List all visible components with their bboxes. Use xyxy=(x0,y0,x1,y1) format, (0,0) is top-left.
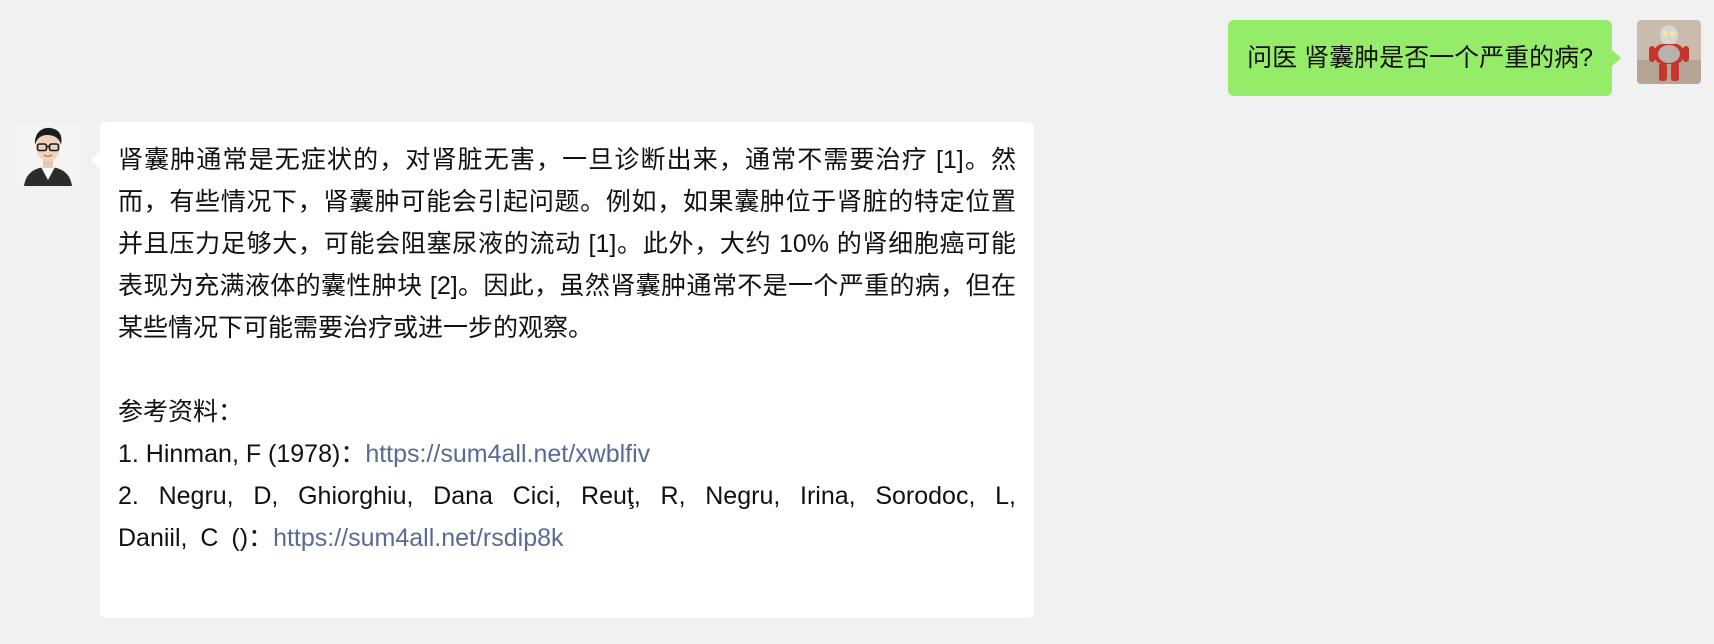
reference-item: 2. Negru, D, Ghiorghiu, Dana Cici, Reuţ,… xyxy=(118,475,1016,559)
user-avatar[interactable] xyxy=(1637,20,1701,84)
reference-link[interactable]: https://sum4all.net/rsdip8k xyxy=(273,524,563,552)
reference-citation: 1. Hinman, F (1978)： xyxy=(118,440,366,468)
bot-avatar[interactable] xyxy=(16,122,80,186)
references-heading: 参考资料： xyxy=(118,398,244,426)
incoming-message-text: 肾囊肿通常是无症状的，对肾脏无害，一旦诊断出来，通常不需要治疗 [1]。然而，有… xyxy=(118,146,1016,342)
reference-citation: 2. Negru, D, Ghiorghiu, Dana Cici, Reuţ,… xyxy=(118,482,1016,552)
incoming-message-bubble[interactable]: 肾囊肿通常是无症状的，对肾脏无害，一旦诊断出来，通常不需要治疗 [1]。然而，有… xyxy=(91,122,1034,618)
reference-item: 1. Hinman, F (1978)：https://sum4all.net/… xyxy=(118,433,1016,475)
chat-window: 问医 肾囊肿是否一个严重的病? 肾囊肿通常是无症状的，对肾脏无害，一旦诊断出来，… xyxy=(0,0,1714,644)
figurine-avatar-icon xyxy=(1637,20,1701,84)
outgoing-message-text: 问医 肾囊肿是否一个严重的病? xyxy=(1247,44,1593,72)
reference-link[interactable]: https://sum4all.net/xwblfiv xyxy=(365,440,650,468)
outgoing-message-bubble[interactable]: 问医 肾囊肿是否一个严重的病? xyxy=(1228,20,1621,96)
doctor-avatar-icon xyxy=(16,122,80,186)
